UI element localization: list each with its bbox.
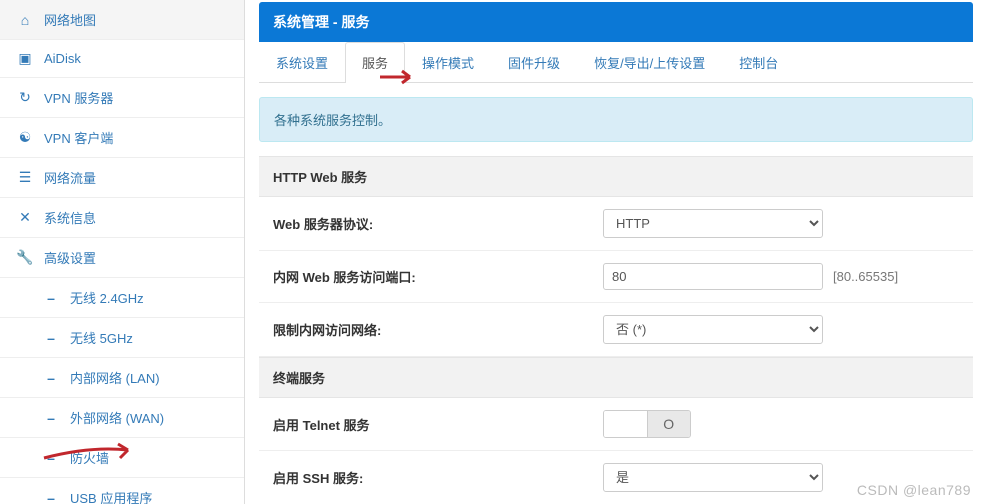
- toggle-telnet-right: O: [647, 411, 691, 437]
- watermark: CSDN @lean789: [857, 482, 971, 498]
- dash-icon: –: [42, 330, 60, 346]
- nav-vpn-server[interactable]: ↻VPN 服务器: [0, 78, 244, 118]
- tabs-bar: 系统设置 服务 操作模式 固件升级 恢复/导出/上传设置 控制台: [259, 42, 973, 83]
- main-content: 系统管理 - 服务 系统设置 服务 操作模式 固件升级 恢复/导出/上传设置 控…: [245, 0, 983, 504]
- select-web-protocol[interactable]: HTTP: [603, 209, 823, 238]
- toggle-telnet[interactable]: O: [603, 410, 691, 438]
- nav-advanced[interactable]: 🔧高级设置: [0, 238, 244, 278]
- row-restrict-lan: 限制内网访问网络: 否 (*): [259, 303, 973, 357]
- label-web-protocol: Web 服务器协议:: [273, 214, 603, 233]
- label-web-port: 内网 Web 服务访问端口:: [273, 267, 603, 286]
- tab-restore[interactable]: 恢复/导出/上传设置: [577, 42, 722, 82]
- nav-sub-lan[interactable]: –内部网络 (LAN): [0, 358, 244, 398]
- dash-icon: –: [42, 410, 60, 426]
- row-web-protocol: Web 服务器协议: HTTP: [259, 197, 973, 251]
- row-web-port: 内网 Web 服务访问端口: [80..65535]: [259, 251, 973, 303]
- select-ssh[interactable]: 是: [603, 463, 823, 492]
- tab-console[interactable]: 控制台: [722, 42, 795, 82]
- nav-traffic[interactable]: ☰网络流量: [0, 158, 244, 198]
- nav-sub-5ghz[interactable]: –无线 5GHz: [0, 318, 244, 358]
- dash-icon: –: [42, 490, 60, 504]
- home-icon: ⌂: [16, 12, 34, 28]
- label-telnet: 启用 Telnet 服务: [273, 415, 603, 434]
- nav-sub-wan[interactable]: –外部网络 (WAN): [0, 398, 244, 438]
- toggle-telnet-left: [604, 411, 647, 437]
- random-icon: ✕: [16, 209, 34, 226]
- info-callout: 各种系统服务控制。: [259, 97, 973, 142]
- annotation-arrow-icon: [378, 68, 418, 86]
- dash-icon: –: [42, 290, 60, 306]
- wrench-icon: 🔧: [16, 249, 34, 266]
- traffic-icon: ☰: [16, 169, 34, 186]
- globe-icon: ☯: [16, 129, 34, 146]
- section-terminal-title: 终端服务: [259, 357, 973, 398]
- section-http-title: HTTP Web 服务: [259, 156, 973, 197]
- nav-sysinfo[interactable]: ✕系统信息: [0, 198, 244, 238]
- nav-aidisk[interactable]: ▣AiDisk: [0, 40, 244, 78]
- nav-sub-usb[interactable]: –USB 应用程序: [0, 478, 244, 504]
- page-title: 系统管理 - 服务: [259, 2, 973, 42]
- input-web-port[interactable]: [603, 263, 823, 290]
- select-restrict-lan[interactable]: 否 (*): [603, 315, 823, 344]
- lock-icon: ↻: [16, 89, 34, 106]
- nav-sub-24ghz[interactable]: –无线 2.4GHz: [0, 278, 244, 318]
- label-restrict-lan: 限制内网访问网络:: [273, 320, 603, 339]
- tab-system-settings[interactable]: 系统设置: [259, 42, 345, 82]
- nav-network-map[interactable]: ⌂网络地图: [0, 0, 244, 40]
- annotation-arrow-icon: [40, 440, 140, 462]
- sidebar: ⌂网络地图 ▣AiDisk ↻VPN 服务器 ☯VPN 客户端 ☰网络流量 ✕系…: [0, 0, 245, 504]
- disk-icon: ▣: [16, 50, 34, 67]
- tab-firmware[interactable]: 固件升级: [491, 42, 577, 82]
- label-ssh: 启用 SSH 服务:: [273, 468, 603, 487]
- nav-vpn-client[interactable]: ☯VPN 客户端: [0, 118, 244, 158]
- dash-icon: –: [42, 370, 60, 386]
- hint-web-port: [80..65535]: [833, 269, 898, 284]
- row-telnet: 启用 Telnet 服务 O: [259, 398, 973, 451]
